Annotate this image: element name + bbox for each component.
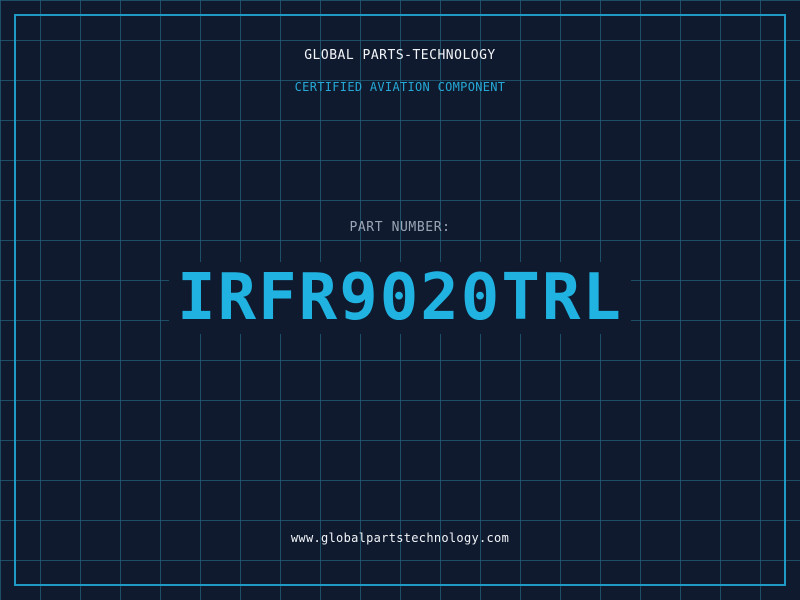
part-number-value: IRFR9020TRL	[169, 262, 631, 334]
website-url: www.globalpartstechnology.com	[290, 531, 510, 545]
part-number-container: IRFR9020TRL	[0, 262, 800, 334]
certification-tagline: CERTIFIED AVIATION COMPONENT	[294, 80, 506, 94]
company-name: GLOBAL PARTS-TECHNOLOGY	[304, 48, 496, 63]
part-number-label: PART NUMBER:	[349, 220, 451, 235]
part-card: GLOBAL PARTS-TECHNOLOGY CERTIFIED AVIATI…	[0, 0, 800, 600]
